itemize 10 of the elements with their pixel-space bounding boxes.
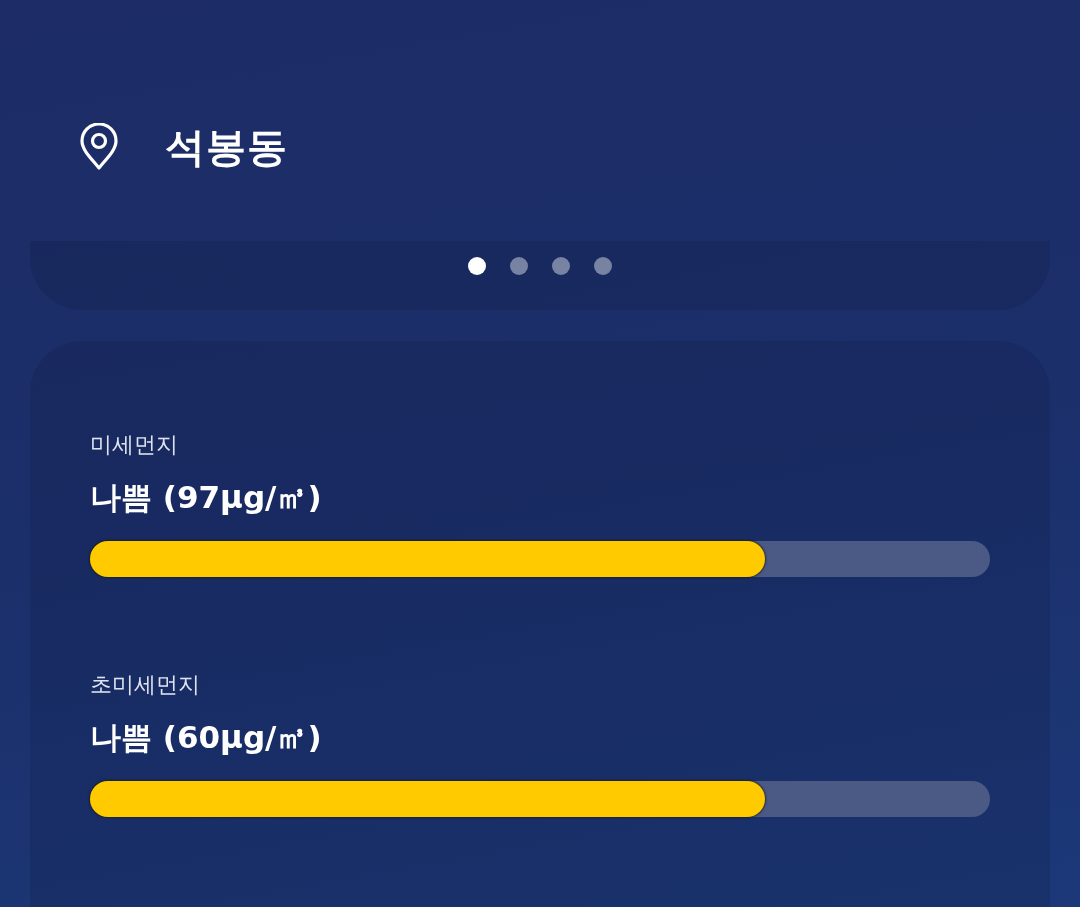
pollutant-label: 미세먼지 bbox=[90, 431, 178, 459]
location-pin-icon bbox=[79, 123, 119, 171]
pollutant-reading: 나쁨 (60μg/㎥) bbox=[90, 718, 322, 757]
page-dot-icon[interactable] bbox=[552, 257, 570, 275]
pollutant-reading: 나쁨 (97μg/㎥) bbox=[90, 478, 322, 517]
page-dot-icon[interactable] bbox=[468, 257, 486, 275]
pollutant-label: 초미세먼지 bbox=[90, 671, 200, 699]
page-dot-icon[interactable] bbox=[594, 257, 612, 275]
location-title: 석봉동 bbox=[165, 123, 288, 172]
page-dot-icon[interactable] bbox=[510, 257, 528, 275]
